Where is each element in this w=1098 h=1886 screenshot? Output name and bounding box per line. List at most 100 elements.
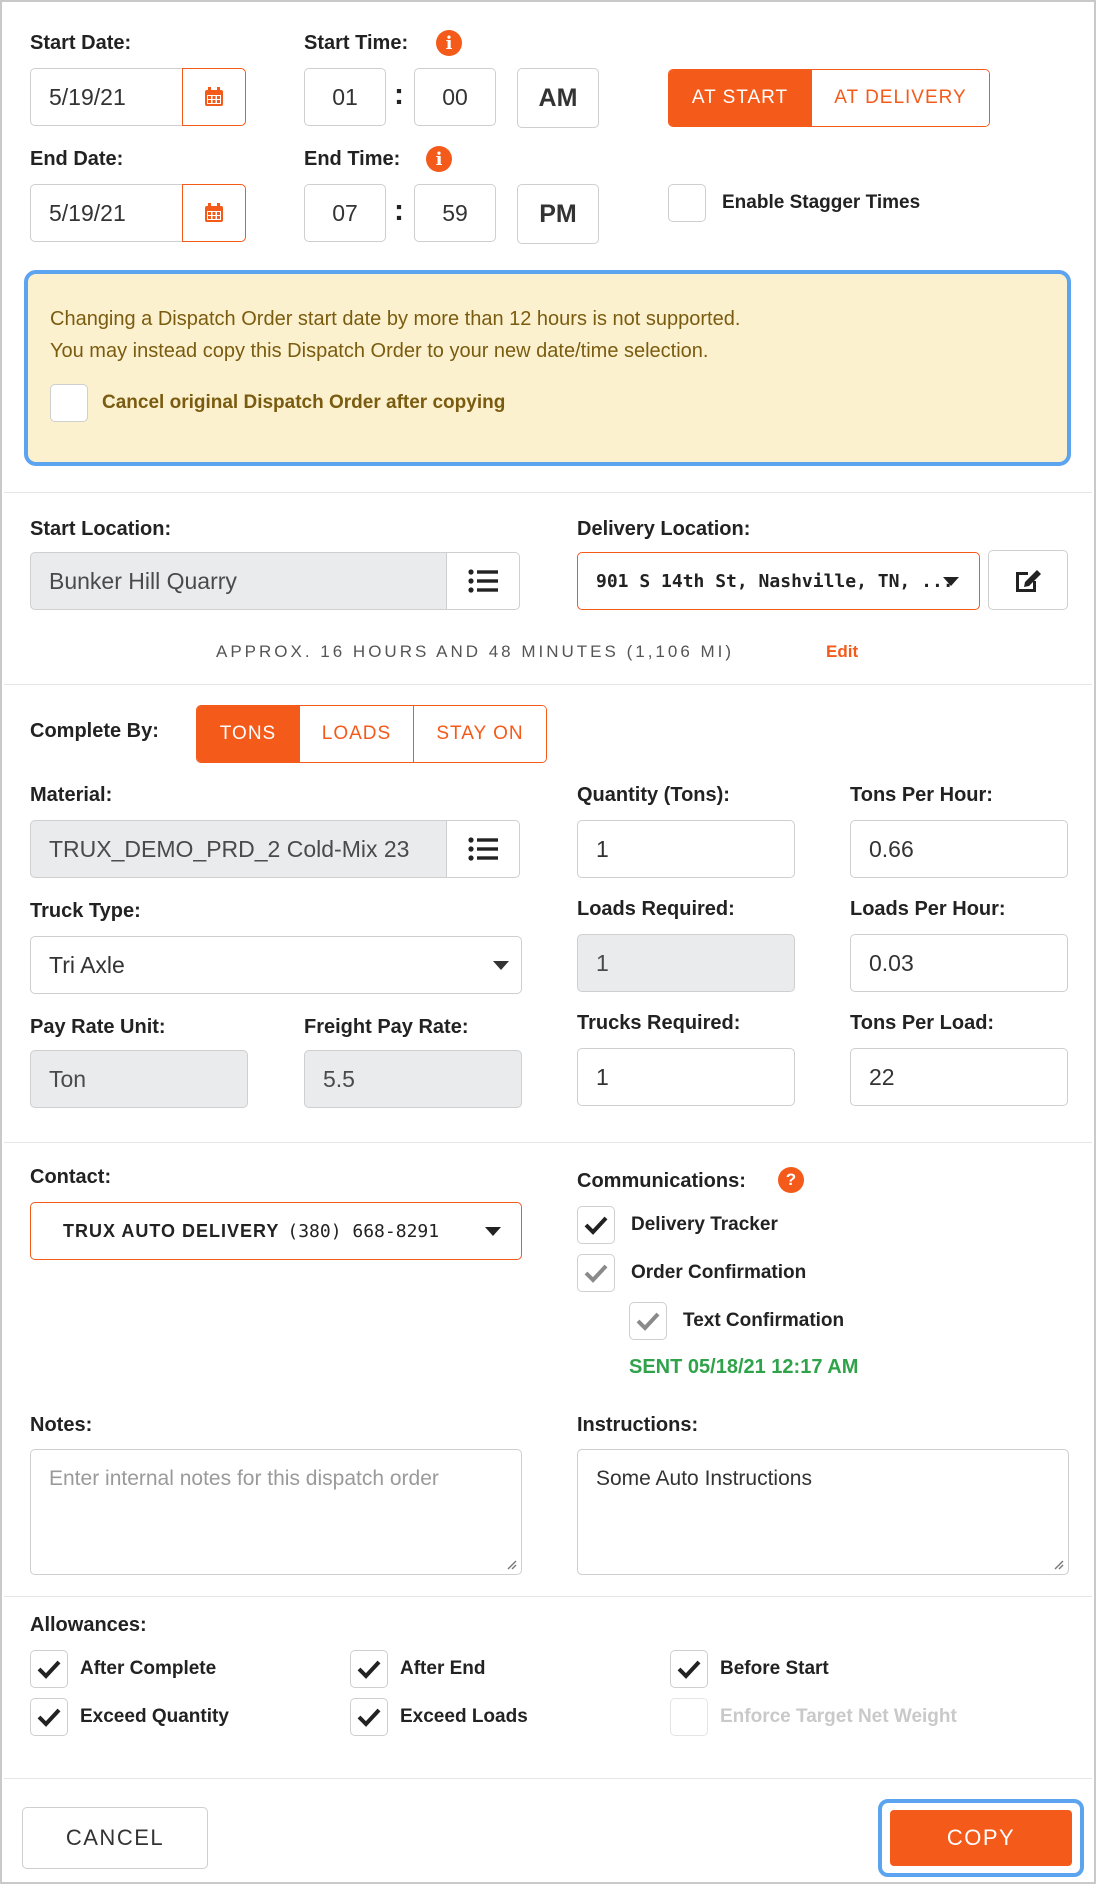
start-location-input: Bunker Hill Quarry bbox=[30, 552, 448, 610]
copy-warning-box: Changing a Dispatch Order start date by … bbox=[24, 270, 1071, 466]
start-date-input[interactable]: 5/19/21 bbox=[30, 68, 184, 126]
check-icon bbox=[584, 1216, 608, 1235]
quantity-label: Quantity (Tons): bbox=[577, 784, 730, 806]
chevron-down-icon bbox=[493, 961, 509, 970]
communications-label: Communications: bbox=[577, 1170, 746, 1192]
after-complete-label: After Complete bbox=[80, 1658, 217, 1679]
edit-estimate-link[interactable]: Edit bbox=[826, 642, 858, 662]
resize-handle-icon[interactable] bbox=[1052, 1558, 1064, 1570]
chevron-down-icon bbox=[943, 577, 959, 586]
resize-handle-icon[interactable] bbox=[505, 1558, 517, 1570]
pay-rate-unit-label: Pay Rate Unit: bbox=[30, 1016, 166, 1038]
start-time-label: Start Time: bbox=[304, 32, 409, 54]
timing-toggle: AT START AT DELIVERY bbox=[668, 69, 990, 127]
end-date-input[interactable]: 5/19/21 bbox=[30, 184, 184, 242]
at-delivery-button[interactable]: AT DELIVERY bbox=[811, 70, 989, 126]
allowances-label: Allowances: bbox=[30, 1614, 147, 1636]
loads-per-hour-label: Loads Per Hour: bbox=[850, 898, 1006, 920]
end-date-picker-button[interactable] bbox=[182, 184, 246, 242]
tons-per-hour-label: Tons Per Hour: bbox=[850, 784, 993, 806]
delivery-tracker-checkbox[interactable] bbox=[577, 1206, 615, 1244]
delivery-location-select[interactable]: 901 S 14th St, Nashville, TN, ... bbox=[577, 552, 980, 610]
at-start-button[interactable]: AT START bbox=[669, 70, 811, 126]
end-date-label: End Date: bbox=[30, 148, 124, 170]
check-icon bbox=[37, 1708, 61, 1727]
edit-delivery-location-button[interactable] bbox=[988, 550, 1068, 610]
check-icon bbox=[677, 1660, 701, 1679]
check-icon bbox=[584, 1264, 608, 1283]
after-end-label: After End bbox=[400, 1658, 486, 1679]
stagger-times-label: Enable Stagger Times bbox=[722, 192, 921, 213]
start-ampm-toggle[interactable]: AM bbox=[517, 68, 599, 128]
delivery-location-label: Delivery Location: bbox=[577, 518, 751, 540]
notes-label: Notes: bbox=[30, 1414, 93, 1436]
exceed-loads-checkbox[interactable] bbox=[350, 1698, 388, 1736]
freight-pay-rate-label: Freight Pay Rate: bbox=[304, 1016, 469, 1038]
text-confirmation-label: Text Confirmation bbox=[683, 1310, 845, 1331]
list-icon bbox=[468, 837, 498, 861]
exceed-quantity-checkbox[interactable] bbox=[30, 1698, 68, 1736]
material-list-button[interactable] bbox=[446, 820, 520, 878]
warning-line-1: Changing a Dispatch Order start date by … bbox=[50, 308, 741, 330]
time-separator: : bbox=[394, 194, 404, 227]
tons-per-load-input[interactable]: 22 bbox=[850, 1048, 1068, 1106]
start-date-picker-button[interactable] bbox=[182, 68, 246, 126]
loads-required-input: 1 bbox=[577, 934, 795, 992]
end-minute-input[interactable]: 59 bbox=[414, 184, 496, 242]
instructions-textarea[interactable]: Some Auto Instructions bbox=[577, 1449, 1069, 1575]
calendar-icon bbox=[205, 203, 223, 222]
before-start-label: Before Start bbox=[720, 1658, 829, 1679]
check-icon bbox=[37, 1660, 61, 1679]
info-icon[interactable]: i bbox=[436, 30, 462, 56]
warning-line-2: You may instead copy this Dispatch Order… bbox=[50, 340, 709, 362]
contact-phone: (380) 668-8291 bbox=[287, 1220, 440, 1242]
help-icon[interactable]: ? bbox=[778, 1167, 804, 1193]
tons-per-hour-input[interactable]: 0.66 bbox=[850, 820, 1068, 878]
after-end-checkbox[interactable] bbox=[350, 1650, 388, 1688]
trucks-required-input[interactable]: 1 bbox=[577, 1048, 795, 1106]
instructions-value: Some Auto Instructions bbox=[596, 1467, 812, 1490]
truck-type-label: Truck Type: bbox=[30, 900, 141, 922]
time-separator: : bbox=[394, 78, 404, 111]
loads-per-hour-input[interactable]: 0.03 bbox=[850, 934, 1068, 992]
end-hour-input[interactable]: 07 bbox=[304, 184, 386, 242]
stagger-times-checkbox[interactable] bbox=[668, 184, 706, 222]
start-hour-input[interactable]: 01 bbox=[304, 68, 386, 126]
calendar-icon bbox=[205, 87, 223, 106]
loads-button[interactable]: LOADS bbox=[299, 706, 413, 762]
before-start-checkbox[interactable] bbox=[670, 1650, 708, 1688]
text-confirmation-checkbox[interactable] bbox=[629, 1302, 667, 1340]
copy-button[interactable]: COPY bbox=[890, 1810, 1072, 1866]
pay-rate-unit-input: Ton bbox=[30, 1050, 248, 1108]
delivery-tracker-label: Delivery Tracker bbox=[631, 1214, 778, 1235]
start-minute-input[interactable]: 00 bbox=[414, 68, 496, 126]
freight-pay-rate-input: 5.5 bbox=[304, 1050, 522, 1108]
cancel-original-checkbox[interactable] bbox=[50, 384, 88, 422]
contact-select[interactable]: TRUX AUTO DELIVERY (380) 668-8291 bbox=[30, 1202, 522, 1260]
section-divider bbox=[4, 684, 1092, 685]
check-icon bbox=[636, 1312, 660, 1331]
notes-textarea[interactable]: Enter internal notes for this dispatch o… bbox=[30, 1449, 522, 1575]
truck-type-value: Tri Axle bbox=[49, 951, 125, 978]
cancel-original-label: Cancel original Dispatch Order after cop… bbox=[102, 392, 506, 413]
order-confirmation-label: Order Confirmation bbox=[631, 1262, 807, 1283]
order-confirmation-checkbox[interactable] bbox=[577, 1254, 615, 1292]
end-ampm-toggle[interactable]: PM bbox=[517, 184, 599, 244]
start-date-label: Start Date: bbox=[30, 32, 132, 54]
exceed-loads-label: Exceed Loads bbox=[400, 1706, 528, 1727]
material-input: TRUX_DEMO_PRD_2 Cold-Mix 23 bbox=[30, 820, 448, 878]
after-complete-checkbox[interactable] bbox=[30, 1650, 68, 1688]
contact-label: Contact: bbox=[30, 1166, 112, 1188]
end-time-label: End Time: bbox=[304, 148, 401, 170]
list-icon bbox=[468, 569, 498, 593]
start-location-list-button[interactable] bbox=[446, 552, 520, 610]
truck-type-select[interactable]: Tri Axle bbox=[30, 936, 522, 994]
stay-on-button[interactable]: STAY ON bbox=[413, 706, 546, 762]
section-divider bbox=[4, 1142, 1092, 1143]
tons-button[interactable]: TONS bbox=[197, 706, 299, 762]
complete-by-toggle: TONS LOADS STAY ON bbox=[196, 705, 547, 763]
cancel-button[interactable]: CANCEL bbox=[22, 1807, 208, 1869]
info-icon[interactable]: i bbox=[426, 146, 452, 172]
quantity-input[interactable]: 1 bbox=[577, 820, 795, 878]
travel-estimate-text: APPROX. 16 HOURS AND 48 MINUTES (1,106 M… bbox=[216, 642, 735, 661]
